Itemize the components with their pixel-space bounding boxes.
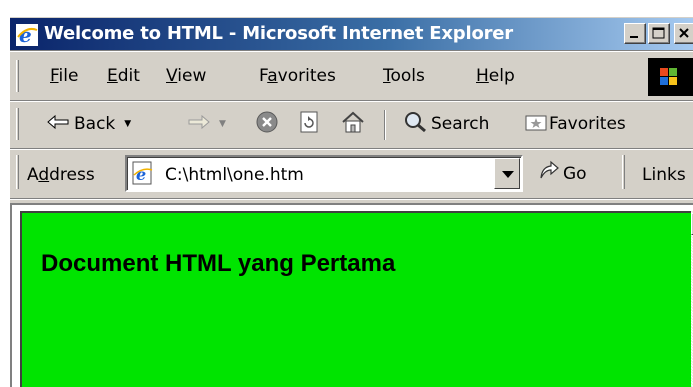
back-label: Back [74, 114, 116, 134]
forward-arrow-icon [188, 114, 210, 135]
menubar-grip[interactable] [16, 60, 19, 92]
forward-dropdown-arrow[interactable]: ▼ [219, 119, 226, 129]
search-icon [404, 111, 428, 138]
links-grip[interactable] [622, 155, 625, 189]
stop-icon [256, 111, 278, 138]
svg-text:e: e [136, 165, 146, 184]
title-bar[interactable]: e Welcome to HTML - Microsoft Internet E… [10, 17, 693, 50]
back-dropdown-arrow[interactable]: ▼ [124, 119, 131, 129]
back-button[interactable]: Back ▼ [47, 105, 131, 143]
content-area: Document HTML yang Pertama [10, 203, 693, 387]
divider [10, 50, 693, 51]
favorites-label: Favorites [549, 114, 626, 134]
forward-button[interactable]: ▼ [188, 105, 226, 143]
menu-edit[interactable]: Edit [107, 66, 140, 86]
go-label: Go [563, 163, 587, 184]
menu-help[interactable]: Help [476, 66, 515, 86]
refresh-button[interactable] [299, 105, 319, 143]
maximize-button[interactable] [648, 23, 670, 44]
minimize-button[interactable] [624, 23, 646, 44]
home-icon [341, 111, 365, 138]
search-label: Search [431, 114, 490, 134]
go-arrow-icon [538, 160, 560, 187]
toolbar-grip[interactable] [16, 108, 19, 140]
divider [10, 100, 693, 101]
close-button[interactable] [674, 23, 693, 44]
stop-button[interactable] [256, 105, 278, 143]
desktop-edge [0, 17, 10, 387]
window-title: Welcome to HTML - Microsoft Internet Exp… [44, 23, 513, 44]
refresh-icon [299, 111, 319, 138]
home-button[interactable] [341, 105, 365, 143]
page-heading: Document HTML yang Pertama [41, 250, 396, 277]
divider [10, 148, 693, 149]
back-arrow-icon [47, 114, 69, 135]
menu-file[interactable]: File [50, 66, 78, 86]
favorites-icon [525, 112, 547, 137]
windows-logo [648, 58, 693, 96]
search-button[interactable]: Search [404, 105, 489, 143]
addressbar-grip[interactable] [16, 155, 19, 189]
menu-tools[interactable]: Tools [383, 66, 425, 86]
menu-favorites[interactable]: Favorites [259, 66, 336, 86]
address-dropdown-button[interactable] [494, 158, 520, 189]
page-icon: e [131, 161, 155, 190]
links-button[interactable]: Links [642, 165, 686, 185]
document-body: Document HTML yang Pertama [22, 213, 691, 387]
menu-view[interactable]: View [166, 66, 206, 86]
address-value[interactable]: C:\html\one.htm [165, 165, 304, 185]
favorites-button[interactable]: Favorites [525, 105, 626, 143]
divider [10, 198, 693, 199]
address-label: Address [27, 165, 95, 185]
address-field[interactable]: e C:\html\one.htm [125, 155, 523, 192]
go-button[interactable]: Go [538, 160, 587, 187]
browser-chrome: File Edit View Favorites Tools Help Back… [10, 50, 693, 203]
toolbar-separator [384, 110, 386, 140]
ie-icon: e [16, 23, 38, 47]
